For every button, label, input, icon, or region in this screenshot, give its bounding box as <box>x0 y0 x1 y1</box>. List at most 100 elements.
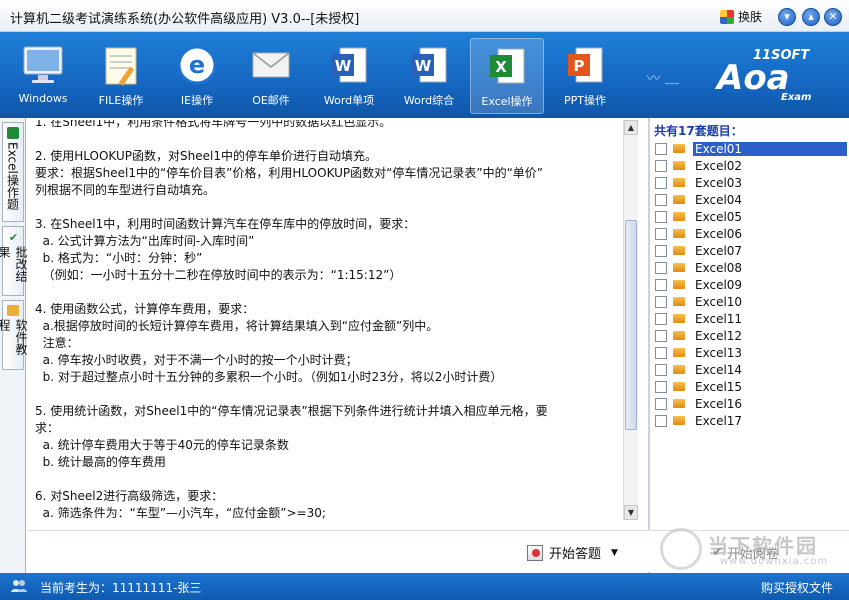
question-items: Excel01 Excel02 Excel03 Excel04 Excel05 Excel… <box>652 140 848 429</box>
question-name: Excel12 <box>695 328 743 343</box>
folder-icon <box>673 399 685 408</box>
question-checkbox[interactable] <box>655 142 667 155</box>
question-checkbox[interactable] <box>655 227 667 240</box>
question-checkbox[interactable] <box>655 278 667 291</box>
question-checkbox[interactable] <box>655 312 667 325</box>
question-checkbox[interactable] <box>655 176 667 189</box>
question-item[interactable]: Excel11 <box>652 310 848 327</box>
question-checkbox[interactable] <box>655 363 667 376</box>
start-label: 开始答题 <box>549 547 602 562</box>
tab-excel-questions[interactable]: Excel操作题 <box>2 122 24 222</box>
question-item[interactable]: Excel14 <box>652 361 848 378</box>
question-item[interactable]: Excel04 <box>652 191 848 208</box>
question-checkbox[interactable] <box>655 261 667 274</box>
close-button[interactable]: ✕ <box>824 8 842 26</box>
folder-icon <box>673 212 685 221</box>
scroll-thumb[interactable] <box>625 220 637 430</box>
question-line: 列根据不同的车型进行自动填充。 <box>35 183 216 197</box>
palette-icon <box>720 9 734 24</box>
tool-windows[interactable]: Windows <box>6 38 80 114</box>
brand-logo: 11SOFT Aoa Exam <box>711 42 831 112</box>
question-item[interactable]: Excel06 <box>652 225 848 242</box>
question-checkbox[interactable] <box>655 244 667 257</box>
question-item[interactable]: Excel05 <box>652 208 848 225</box>
question-checkbox[interactable] <box>655 159 667 172</box>
question-item[interactable]: Excel15 <box>652 378 848 395</box>
question-checkbox[interactable] <box>655 346 667 359</box>
question-name: Excel06 <box>695 226 743 241</box>
question-line: 注意： <box>35 336 79 350</box>
tool-word-single[interactable]: W Word单项 <box>312 38 386 114</box>
question-item[interactable]: Excel08 <box>652 259 848 276</box>
question-item[interactable]: Excel02 <box>652 157 848 174</box>
folder-icon <box>673 348 685 357</box>
question-checkbox[interactable] <box>655 210 667 223</box>
question-list-header: 共有17套题目： <box>654 124 743 138</box>
check-icon: ✔ <box>7 231 20 244</box>
question-checkbox[interactable] <box>655 295 667 308</box>
tab-tutorial[interactable]: 软件教程 <box>0 300 28 370</box>
question-text: 1. 在Sheel1中，利用条件格式将车牌号一列中的数据以红色显示。 2. 使用H… <box>35 120 615 520</box>
envelope-icon <box>248 42 294 88</box>
question-line: 3. 在Sheel1中，利用时间函数计算汽车在停车库中的停放时间，要求： <box>35 217 416 231</box>
question-name: Excel10 <box>695 294 743 309</box>
question-checkbox[interactable] <box>655 193 667 206</box>
question-item[interactable]: Excel17 <box>652 412 848 429</box>
question-line: b. 统计最高的停车费用 <box>35 455 166 469</box>
tab-grading-results[interactable]: ✔ 批改结果 <box>0 226 28 296</box>
logo-bottom-text: Exam <box>781 92 812 103</box>
question-name: Excel15 <box>695 379 743 394</box>
folder-icon <box>673 416 685 425</box>
side-tab-strip: Excel操作题 ✔ 批改结果 软件教程 <box>0 118 28 573</box>
question-item[interactable]: Excel13 <box>652 344 848 361</box>
question-item[interactable]: Excel07 <box>652 242 848 259</box>
question-line: b. 对于超过整点小时十五分钟的多累积一个小时。（例如1小时23分，将以2小时计… <box>35 370 503 384</box>
question-checkbox[interactable] <box>655 380 667 393</box>
question-item[interactable]: Excel03 <box>652 174 848 191</box>
folder-icon <box>673 331 685 340</box>
question-name: Excel13 <box>695 345 743 360</box>
skin-label: 换肤 <box>738 10 763 24</box>
question-line: （例如：一小时十五分十二秒在停放时间中的表示为：“1:15:12”） <box>35 268 402 282</box>
tool-word-combined[interactable]: W Word综合 <box>392 38 466 114</box>
question-checkbox[interactable] <box>655 397 667 410</box>
tool-label: Word单项 <box>323 94 375 107</box>
skin-button[interactable]: 换肤 <box>720 8 762 25</box>
panel-divider <box>648 118 650 573</box>
tool-oe[interactable]: OE邮件 <box>234 38 308 114</box>
question-name: Excel01 <box>693 141 847 156</box>
tool-ie[interactable]: e IE操作 <box>160 38 234 114</box>
question-checkbox[interactable] <box>655 329 667 342</box>
tab-label: Excel操作题 <box>5 142 20 210</box>
svg-text:X: X <box>495 58 507 76</box>
minimize-button[interactable]: ▾ <box>778 8 796 26</box>
question-line: a. 筛选条件为：“车型”—小汽车，“应付金额”>=30; <box>35 506 326 520</box>
question-line: a. 公式计算方法为“出库时间-入库时间” <box>35 234 255 248</box>
question-item[interactable]: Excel10 <box>652 293 848 310</box>
restore-button[interactable]: ▴ <box>802 8 820 26</box>
start-answer-button[interactable]: 开始答题 ▼ <box>527 543 618 562</box>
question-item[interactable]: Excel16 <box>652 395 848 412</box>
tool-file[interactable]: FILE操作 <box>84 38 158 114</box>
question-item[interactable]: Excel12 <box>652 327 848 344</box>
question-line: 2. 使用HLOOKUP函数，对Sheel1中的停车单价进行自动填充。 <box>35 149 377 163</box>
scroll-up-arrow[interactable]: ▲ <box>624 120 638 135</box>
word-icon: W <box>326 42 372 88</box>
buy-license-link[interactable]: 购买授权文件 <box>761 579 833 596</box>
ie-icon: e <box>174 42 220 88</box>
tool-ppt[interactable]: P PPT操作 <box>548 38 622 114</box>
question-checkbox[interactable] <box>655 414 667 427</box>
scroll-down-arrow[interactable]: ▼ <box>624 505 638 520</box>
question-item[interactable]: Excel09 <box>652 276 848 293</box>
question-name: Excel14 <box>695 362 743 377</box>
tool-excel[interactable]: X Excel操作 <box>470 38 544 114</box>
question-item[interactable]: Excel01 <box>652 140 848 157</box>
question-name: Excel16 <box>695 396 743 411</box>
folder-icon <box>673 280 685 289</box>
folder-icon <box>673 144 685 153</box>
question-name: Excel03 <box>695 175 743 190</box>
question-scrollbar[interactable]: ▲ ▼ <box>623 120 638 520</box>
folder-icon <box>673 297 685 306</box>
